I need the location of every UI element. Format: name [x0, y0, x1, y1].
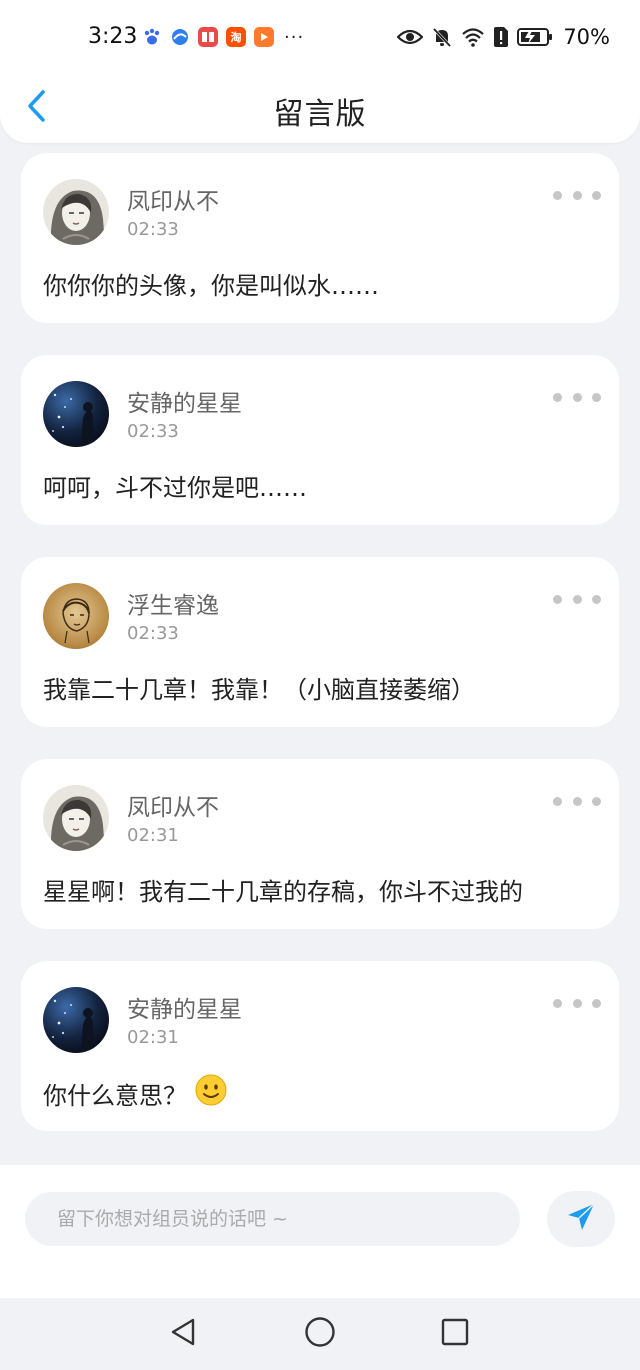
dot: [592, 190, 601, 200]
more-options-button[interactable]: [553, 189, 601, 201]
avatar[interactable]: [43, 987, 109, 1053]
nav-recents-button[interactable]: [435, 1314, 475, 1354]
avatar[interactable]: [43, 583, 109, 649]
message-text: 呵呵，斗不过你是吧……: [43, 468, 307, 503]
sim-alert-icon: [493, 26, 509, 48]
dot: [592, 392, 601, 402]
dot: [572, 190, 582, 200]
message-card: 浮生睿逸 02:33 我靠二十几章！我靠！（小脑直接萎缩）: [21, 557, 619, 727]
dot: [553, 998, 562, 1008]
baidu-paw-icon: [142, 27, 162, 47]
orange-play-app-icon: [254, 27, 274, 47]
message-author: 浮生睿逸: [127, 593, 219, 619]
top-area: 3:23 淘 ··· 70% 留言版: [0, 0, 640, 143]
dot: [592, 796, 601, 806]
more-options-button[interactable]: [553, 391, 601, 403]
message-author: 安静的星星: [127, 997, 242, 1023]
message-card: 安静的星星 02:33 呵呵，斗不过你是吧……: [21, 355, 619, 525]
message-author: 凤印从不: [127, 189, 219, 215]
triangle-back-icon: [169, 1317, 197, 1351]
wifi-icon: [461, 27, 485, 47]
status-time: 3:23: [88, 24, 138, 49]
status-bar: 3:23 淘 ··· 70%: [0, 0, 640, 76]
dot: [572, 796, 582, 806]
dot: [553, 190, 562, 200]
dot: [572, 392, 582, 402]
avatar[interactable]: [43, 381, 109, 447]
message-time: 02:31: [127, 1027, 179, 1048]
send-button[interactable]: [547, 1191, 615, 1247]
message-time: 02:33: [127, 219, 179, 240]
message-card: 凤印从不 02:31 星星啊！我有二十几章的存稿，你斗不过我的: [21, 759, 619, 929]
message-card: 凤印从不 02:33 你你你的头像，你是叫似水……: [21, 153, 619, 323]
nav-home-button[interactable]: [300, 1314, 340, 1354]
more-options-button[interactable]: [553, 997, 601, 1009]
message-text-content: 呵呵，斗不过你是吧……: [43, 474, 307, 502]
message-text-content: 我靠二十几章！我靠！（小脑直接萎缩）: [43, 676, 475, 704]
message-time: 02:33: [127, 421, 179, 442]
message-author: 安静的星星: [127, 391, 242, 417]
message-text-content: 你什么意思？: [43, 1081, 187, 1110]
message-time: 02:33: [127, 623, 179, 644]
message-text-content: 星星啊！我有二十几章的存稿，你斗不过我的: [43, 878, 523, 906]
message-list: 凤印从不 02:33 你你你的头像，你是叫似水…… 安静的星星 02:33 呵呵…: [21, 153, 619, 1163]
status-app-icons: 淘 ···: [142, 25, 304, 49]
blue-ball-app-icon: [170, 27, 190, 47]
dot: [572, 594, 582, 604]
message-text: 星星啊！我有二十几章的存稿，你斗不过我的: [43, 872, 523, 907]
message-card: 安静的星星 02:31 你什么意思？: [21, 961, 619, 1131]
message-time: 02:31: [127, 825, 179, 846]
dot: [553, 392, 562, 402]
slightly-smiling-face-icon: [195, 1074, 227, 1112]
eye-icon: [397, 27, 424, 47]
battery-charging-icon: [517, 27, 553, 47]
system-nav-bar: [0, 1298, 640, 1370]
dot: [592, 594, 601, 604]
status-right: 70%: [397, 24, 610, 50]
more-options-button[interactable]: [553, 795, 601, 807]
message-input[interactable]: [25, 1192, 520, 1246]
dot: [553, 796, 562, 806]
input-bar: [0, 1165, 640, 1298]
dot: [572, 998, 582, 1008]
nav-back-button[interactable]: [163, 1314, 203, 1354]
message-text-content: 你你你的头像，你是叫似水……: [43, 272, 379, 300]
dot: [553, 594, 562, 604]
page-title: 留言版: [273, 97, 367, 132]
square-recents-icon: [441, 1318, 469, 1350]
send-paper-plane-icon: [566, 1202, 596, 1236]
avatar[interactable]: [43, 179, 109, 245]
message-text: 你你你的头像，你是叫似水……: [43, 266, 379, 301]
red-book-app-icon: [198, 27, 218, 47]
circle-home-icon: [304, 1316, 336, 1352]
message-text: 你什么意思？: [43, 1074, 227, 1112]
more-options-button[interactable]: [553, 593, 601, 605]
avatar[interactable]: [43, 785, 109, 851]
bell-muted-icon: [431, 26, 453, 48]
message-author: 凤印从不: [127, 795, 219, 821]
message-text: 我靠二十几章！我靠！（小脑直接萎缩）: [43, 670, 475, 705]
more-notifications-indicator: ···: [284, 26, 305, 48]
header: 留言版: [0, 76, 640, 143]
battery-percent: 70%: [563, 25, 610, 49]
taobao-app-icon: 淘: [226, 27, 246, 47]
dot: [592, 998, 601, 1008]
